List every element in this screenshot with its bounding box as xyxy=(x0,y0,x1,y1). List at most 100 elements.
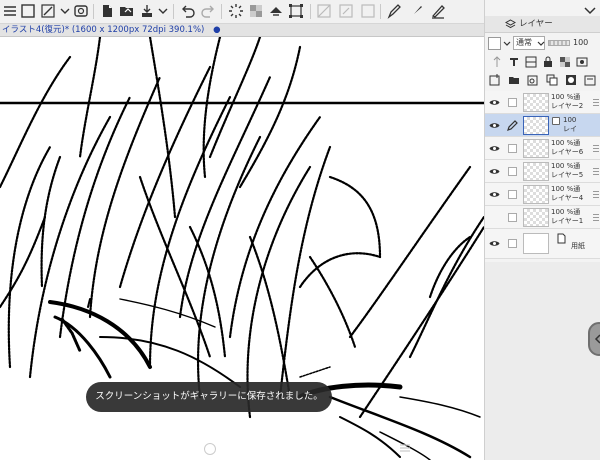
layer-name: レイヤー4 xyxy=(551,194,584,202)
layer-row-paper[interactable]: 用紙 xyxy=(485,229,600,259)
drag-handle-icon[interactable] xyxy=(593,168,599,175)
layer-panel-tab[interactable]: レイヤー xyxy=(485,16,600,33)
new-folder-icon[interactable] xyxy=(508,74,520,86)
fill-icon[interactable] xyxy=(248,3,264,19)
layer-opacity: 100 %通 xyxy=(551,208,581,216)
lock-transparency-icon[interactable] xyxy=(559,56,571,68)
chevron-down-icon[interactable] xyxy=(537,40,545,48)
opacity-value[interactable]: 100 xyxy=(573,36,600,50)
rotate-icon[interactable] xyxy=(268,3,284,19)
layer-properties-row: 通常 100 xyxy=(485,33,600,53)
delete-layer-icon[interactable] xyxy=(584,74,596,86)
document-close-icon[interactable]: ● xyxy=(213,25,220,35)
eye-icon[interactable] xyxy=(489,98,500,107)
layer-mask-thumbnail-icon xyxy=(552,117,560,125)
layer-opacity: 100 xyxy=(563,116,577,124)
new-raster-layer-icon[interactable] xyxy=(489,74,501,86)
layer-mask-icon[interactable] xyxy=(565,74,577,86)
clipping-icon[interactable] xyxy=(525,56,537,68)
layer-name: レイヤー2 xyxy=(551,102,584,110)
chevron-left-icon xyxy=(594,334,600,344)
layer-meta: 100 %通 レイヤー5 xyxy=(551,162,591,180)
drag-handle-icon[interactable] xyxy=(593,191,599,198)
layer-lock-checkbox[interactable] xyxy=(508,239,517,248)
layer-row[interactable]: 100 %通 レイヤー5 xyxy=(485,160,600,183)
layer-opacity: 100 %通 xyxy=(551,93,581,101)
crop-icon[interactable] xyxy=(316,3,332,19)
system-menu-icon[interactable] xyxy=(399,443,411,453)
pen-edit-icon xyxy=(507,120,518,131)
eye-icon[interactable] xyxy=(489,144,500,153)
document-title-text: イラスト4(復元)* (1600 x 1200px 72dpi 390.1%) xyxy=(2,25,205,35)
layer-row[interactable]: 100 %通 レイヤー6 xyxy=(485,137,600,160)
new-file-icon[interactable] xyxy=(99,3,115,19)
drag-handle-icon[interactable] xyxy=(593,145,599,152)
undo-icon[interactable] xyxy=(180,3,196,19)
document-title: イラスト4(復元)* (1600 x 1200px 72dpi 390.1%) … xyxy=(2,24,221,37)
clear-icon[interactable] xyxy=(338,3,354,19)
toolbar-divider xyxy=(93,4,94,19)
eye-hidden-icon[interactable] xyxy=(489,213,500,222)
drag-handle-icon[interactable] xyxy=(593,99,599,106)
layer-row[interactable]: 100 %通 レイヤー2 xyxy=(485,91,600,114)
toolbar-divider xyxy=(310,4,311,19)
open-folder-icon[interactable] xyxy=(119,3,135,19)
layer-meta: 100 %通 レイヤー1 xyxy=(551,208,591,226)
layer-lock-checkbox[interactable] xyxy=(508,98,517,107)
toolbar-divider xyxy=(173,4,174,19)
toolbar-divider xyxy=(221,4,222,19)
layer-thumbnail xyxy=(523,208,549,227)
save-icon[interactable] xyxy=(139,3,155,19)
eraser-icon[interactable] xyxy=(430,3,446,19)
resize-icon[interactable] xyxy=(288,3,304,19)
eye-icon[interactable] xyxy=(489,121,500,130)
layer-row[interactable]: 100 %通 レイヤー1 xyxy=(485,206,600,229)
layer-name: レイヤー1 xyxy=(551,217,584,225)
opacity-slider[interactable] xyxy=(548,40,570,46)
redo-icon[interactable] xyxy=(200,3,216,19)
layer-opacity: 100 %通 xyxy=(551,185,581,193)
eye-icon[interactable] xyxy=(489,239,500,248)
brush-icon[interactable] xyxy=(408,3,424,19)
select-all-icon[interactable] xyxy=(20,3,36,19)
pen-icon[interactable] xyxy=(386,3,402,19)
layer-lock-checkbox[interactable] xyxy=(508,144,517,153)
layer-lock-checkbox[interactable] xyxy=(508,190,517,199)
new-layer-icon[interactable] xyxy=(73,3,89,19)
layer-lock-group-icon[interactable] xyxy=(491,56,503,68)
side-drawer-handle[interactable] xyxy=(588,322,600,356)
layer-panel: レイヤー 通常 100 100 %通 レイヤー2 100 レイ 100 %通 レ… xyxy=(484,0,600,460)
panel-collapse-icon[interactable] xyxy=(583,4,597,16)
layer-meta: 100 %通 レイヤー4 xyxy=(551,185,591,203)
toast-message: スクリーンショットがギャラリーに保存されました。 xyxy=(95,391,323,402)
mask-icon[interactable] xyxy=(576,56,588,68)
drag-handle-icon[interactable] xyxy=(593,214,599,221)
layer-lock-checkbox[interactable] xyxy=(508,167,517,176)
layer-thumbnail xyxy=(523,116,549,135)
document-tab[interactable]: イラスト4(復元)* (1600 x 1200px 72dpi 390.1%) … xyxy=(0,24,484,37)
dropdown-icon[interactable] xyxy=(57,3,70,19)
layer-lock-checkbox[interactable] xyxy=(508,213,517,222)
transform-icon[interactable] xyxy=(40,3,56,19)
reference-layer-icon[interactable] xyxy=(508,56,520,68)
menu-icon[interactable] xyxy=(2,3,18,19)
system-back-button[interactable] xyxy=(204,443,216,455)
layer-color-swatch[interactable] xyxy=(488,37,501,50)
layer-row[interactable]: 100 %通 レイヤー4 xyxy=(485,183,600,206)
panel-empty-area xyxy=(485,262,600,460)
lock-icon[interactable] xyxy=(542,56,554,68)
save-dropdown-icon[interactable] xyxy=(155,3,168,19)
layer-tools-row-2 xyxy=(485,71,600,89)
layer-meta: 100 %通 レイヤー2 xyxy=(551,93,591,111)
paper-thumbnail xyxy=(523,233,549,254)
loading-icon[interactable] xyxy=(228,3,244,19)
layer-row-selected[interactable]: 100 レイ xyxy=(485,114,600,137)
new-vector-layer-icon[interactable] xyxy=(527,74,539,86)
layer-thumbnail xyxy=(523,162,549,181)
duplicate-layer-icon[interactable] xyxy=(546,74,558,86)
eye-icon[interactable] xyxy=(489,190,500,199)
eye-icon[interactable] xyxy=(489,167,500,176)
deselect-icon[interactable] xyxy=(360,3,376,19)
chevron-down-icon[interactable] xyxy=(503,40,511,48)
layer-panel-title: レイヤー xyxy=(519,19,553,29)
